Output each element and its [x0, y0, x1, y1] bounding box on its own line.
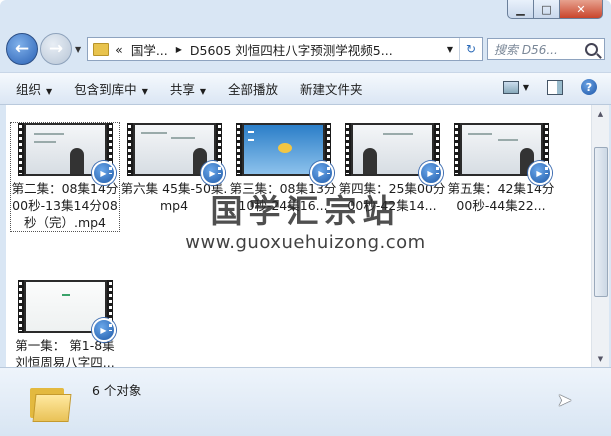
- video-thumbnail: ▶: [235, 123, 334, 185]
- breadcrumb-guoxue[interactable]: 国学...: [131, 40, 168, 59]
- address-bar[interactable]: « 国学... ▶ D5605 刘恒四柱八字预测学视频5... ▼ ↻: [87, 37, 483, 61]
- desktop-icon: [247, 139, 254, 141]
- chevron-down-icon: ▼: [141, 87, 148, 96]
- vertical-scrollbar[interactable]: ▲ ▼: [591, 105, 609, 367]
- help-icon[interactable]: ?: [581, 79, 597, 95]
- breadcrumb-current-folder[interactable]: D5605 刘恒四柱八字预测学视频5...: [190, 40, 393, 59]
- search-placeholder: 搜索 D56...: [494, 42, 558, 57]
- board-text: [382, 133, 413, 135]
- board-text: [467, 133, 492, 135]
- video-file-icon: ▶: [91, 161, 116, 185]
- view-controls: ▼ ?: [502, 79, 597, 95]
- refresh-button[interactable]: ↻: [459, 38, 482, 60]
- scroll-thumb[interactable]: [594, 147, 608, 297]
- include-library-label: 包含到库中: [74, 82, 137, 97]
- video-file-icon: ▶: [527, 161, 552, 185]
- desktop-icon: [247, 131, 254, 133]
- title-card-mark: [61, 294, 70, 296]
- file-name: 第二集：08集14分00秒-13集14分08秒（完）.mp4: [11, 181, 119, 230]
- file-name: 第四集：25集00分00秒-42集14...: [338, 181, 446, 213]
- file-name: 第一集： 第1-8集刘恒周易八字四...: [15, 338, 115, 370]
- file-list: ▶ 第二集：08集14分00秒-13集14分08秒（完）.mp4 ▶ 第六集 4…: [6, 105, 592, 370]
- refresh-icon: ↻: [465, 42, 477, 56]
- address-dropdown[interactable]: ▼: [441, 45, 459, 54]
- recent-pages-dropdown[interactable]: ▼: [75, 45, 81, 54]
- change-view-icon[interactable]: [502, 80, 519, 94]
- board-text: [140, 132, 167, 134]
- file-item[interactable]: ▶ 第一集： 第1-8集刘恒周易八字四...: [11, 280, 119, 371]
- video-thumbnail: ▶: [126, 123, 225, 185]
- minimize-button[interactable]: ▁: [507, 0, 534, 19]
- board-text: [33, 133, 64, 135]
- folder-icon: [93, 42, 110, 56]
- back-button[interactable]: ←: [6, 33, 38, 65]
- search-input[interactable]: 搜索 D56...: [487, 38, 605, 60]
- video-thumbnail: ▶: [344, 123, 443, 185]
- file-item[interactable]: ▶ 第三集：08集13分10秒-24集16...: [229, 123, 337, 214]
- arrow-right-icon: →: [48, 39, 64, 59]
- file-item[interactable]: ▶ 第四集：25集00分00秒-42集14...: [338, 123, 446, 214]
- windows-logo-icon: [277, 143, 292, 153]
- board-text: [497, 139, 518, 141]
- board-text: [33, 141, 56, 143]
- item-count: 6 个对象: [92, 383, 142, 398]
- chevron-down-icon: ▼: [46, 87, 53, 96]
- share-label: 共享: [169, 82, 195, 97]
- scroll-up-arrow[interactable]: ▲: [592, 105, 609, 122]
- navigation-bar: ← → ▼ « 国学... ▶ D5605 刘恒四柱八字预测学视频5... ▼ …: [6, 32, 605, 66]
- view-options-dropdown[interactable]: ▼: [523, 83, 529, 92]
- file-item[interactable]: ▶ 第二集：08集14分00秒-13集14分08秒（完）.mp4: [10, 122, 120, 232]
- organize-menu[interactable]: 组织 ▼: [16, 79, 52, 98]
- maximize-button[interactable]: □: [534, 0, 560, 19]
- scroll-down-arrow[interactable]: ▼: [592, 350, 609, 367]
- mouse-pointer-icon: ➤: [557, 390, 573, 411]
- file-name: 第五集：42集14分00秒-44集22...: [447, 181, 555, 213]
- forward-button[interactable]: →: [40, 33, 72, 65]
- command-bar: 组织 ▼ 包含到库中 ▼ 共享 ▼ 全部播放 新建文件夹 ▼ ?: [0, 72, 611, 105]
- video-file-icon: ▶: [418, 161, 443, 185]
- share-menu[interactable]: 共享 ▼: [170, 79, 206, 98]
- preview-pane-icon[interactable]: [547, 79, 563, 95]
- close-button[interactable]: ✕: [560, 0, 603, 19]
- chevron-down-icon: ▼: [199, 87, 207, 96]
- video-thumbnail: ▶: [453, 123, 552, 185]
- chevron-right-icon[interactable]: ▶: [176, 45, 182, 54]
- folder-icon: [30, 384, 72, 422]
- new-folder-button[interactable]: 新建文件夹: [300, 79, 363, 98]
- file-name: 第六集 45集-50集.mp4: [120, 181, 228, 213]
- organize-label: 组织: [16, 82, 42, 97]
- video-thumbnail: ▶: [17, 123, 116, 185]
- include-in-library-menu[interactable]: 包含到库中 ▼: [74, 79, 148, 98]
- explorer-window: ▁ □ ✕ ← → ▼ « 国学... ▶ D5605 刘恒四柱八字预测学视频5…: [0, 0, 611, 436]
- folder-front: [32, 394, 72, 422]
- file-name: 第三集：08集13分10秒-24集16...: [229, 181, 337, 213]
- search-icon: [585, 42, 598, 56]
- file-item[interactable]: ▶ 第六集 45集-50集.mp4: [120, 123, 228, 214]
- address-bar-controls: ▼ ↻: [441, 38, 482, 60]
- file-item[interactable]: ▶ 第五集：42集14分00秒-44集22...: [447, 123, 555, 214]
- video-file-icon: ▶: [91, 318, 116, 342]
- details-pane: 6 个对象 ➤: [0, 367, 611, 436]
- video-file-icon: ▶: [200, 161, 225, 185]
- video-thumbnail: ▶: [17, 280, 116, 342]
- lecturer-figure: [69, 148, 84, 174]
- breadcrumb-overflow[interactable]: «: [115, 42, 123, 57]
- caption-buttons: ▁ □ ✕: [507, 0, 603, 19]
- play-all-button[interactable]: 全部播放: [228, 79, 278, 98]
- video-file-icon: ▶: [309, 161, 334, 185]
- arrow-left-icon: ←: [14, 39, 30, 59]
- board-text: [170, 137, 195, 139]
- lecturer-figure: [362, 148, 377, 174]
